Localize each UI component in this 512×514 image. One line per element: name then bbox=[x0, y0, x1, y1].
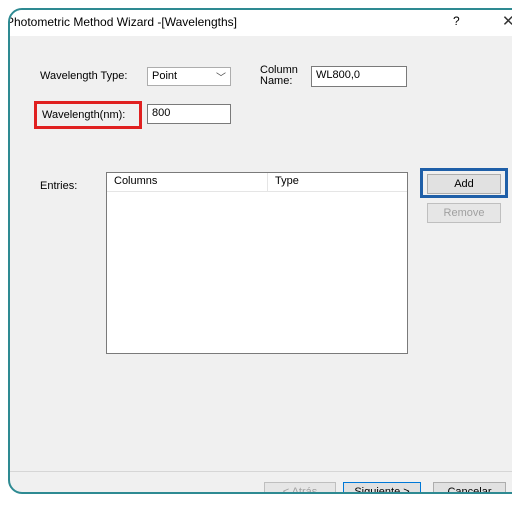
wavelength-label: Wavelength(nm): bbox=[42, 109, 126, 121]
wavelength-type-label: Wavelength Type: bbox=[40, 70, 128, 82]
wavelength-input[interactable]: 800 bbox=[147, 104, 231, 124]
close-icon[interactable]: ✕ bbox=[502, 12, 512, 30]
column-header-type[interactable]: Type bbox=[275, 175, 299, 187]
remove-button[interactable]: Remove bbox=[427, 203, 501, 223]
column-name-label-line2: Name: bbox=[260, 75, 293, 87]
window-title: Photometric Method Wizard -[Wavelengths] bbox=[8, 15, 237, 29]
column-divider[interactable] bbox=[267, 173, 268, 191]
back-button[interactable]: < Atrás bbox=[264, 482, 336, 492]
add-button[interactable]: Add bbox=[427, 174, 501, 194]
cancel-button[interactable]: Cancelar bbox=[433, 482, 506, 492]
entries-header: Columns Type bbox=[107, 173, 407, 192]
next-button[interactable]: Siguiente > bbox=[343, 482, 421, 492]
entries-label: Entries: bbox=[40, 180, 78, 192]
chevron-down-icon: ﹀ bbox=[216, 73, 226, 84]
footer-separator bbox=[10, 471, 512, 472]
help-button[interactable]: ? bbox=[453, 14, 460, 28]
column-name-input[interactable]: WL800,0 bbox=[311, 66, 407, 87]
column-header-columns[interactable]: Columns bbox=[114, 175, 157, 187]
entries-listview[interactable]: Columns Type bbox=[106, 172, 408, 354]
column-name-label: Column Name: bbox=[260, 65, 298, 87]
wavelength-type-select[interactable]: Point ﹀ bbox=[147, 67, 231, 86]
title-bar[interactable]: Photometric Method Wizard -[Wavelengths]… bbox=[10, 10, 512, 36]
wavelength-type-value: Point bbox=[152, 70, 178, 82]
wizard-dialog: Photometric Method Wizard -[Wavelengths]… bbox=[8, 8, 512, 494]
